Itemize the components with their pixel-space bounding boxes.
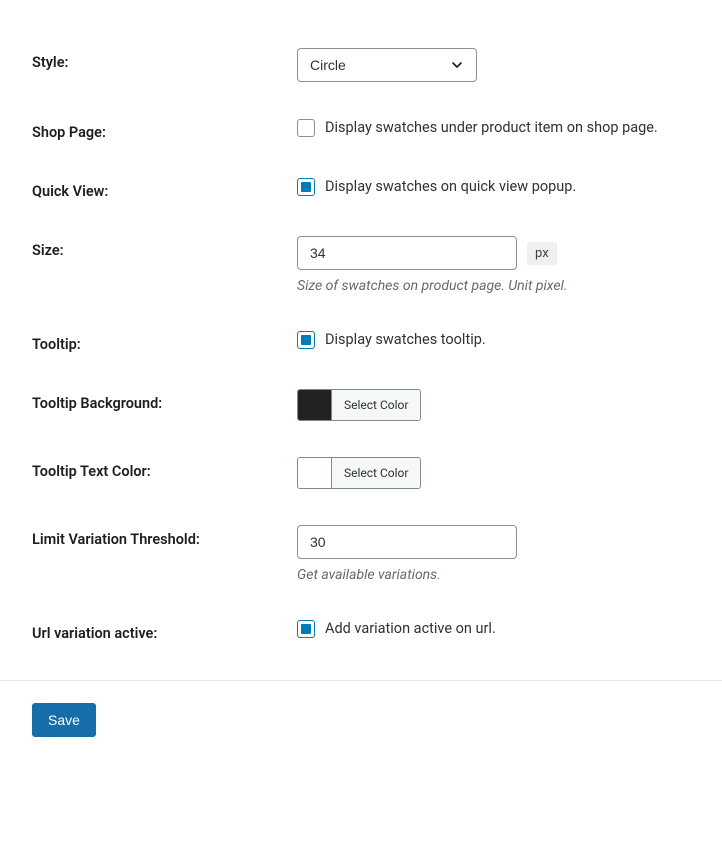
size-description: Size of swatches on product page. Unit p… — [297, 278, 722, 294]
tooltip-bg-label: Tooltip Background: — [32, 389, 297, 412]
limit-threshold-label: Limit Variation Threshold: — [32, 525, 297, 548]
tooltip-text-color-picker[interactable]: Select Color — [297, 457, 421, 489]
size-unit: px — [527, 242, 557, 265]
url-variation-checkbox[interactable] — [297, 620, 315, 638]
quick-view-checkbox[interactable] — [297, 178, 315, 196]
tooltip-bg-color-picker[interactable]: Select Color — [297, 389, 421, 421]
color-swatch-icon — [298, 458, 332, 488]
quick-view-checkbox-label: Display swatches on quick view popup. — [325, 178, 576, 195]
tooltip-checkbox[interactable] — [297, 331, 315, 349]
tooltip-text-select-color-button[interactable]: Select Color — [332, 458, 420, 488]
shop-page-label: Shop Page: — [32, 118, 297, 141]
tooltip-text-color-label: Tooltip Text Color: — [32, 457, 297, 480]
tooltip-bg-select-color-button[interactable]: Select Color — [332, 390, 420, 420]
url-variation-checkbox-label: Add variation active on url. — [325, 620, 496, 637]
tooltip-label: Tooltip: — [32, 330, 297, 353]
size-label: Size: — [32, 236, 297, 259]
style-label: Style: — [32, 48, 297, 71]
shop-page-checkbox-label: Display swatches under product item on s… — [325, 119, 658, 136]
quick-view-label: Quick View: — [32, 177, 297, 200]
limit-threshold-input[interactable] — [297, 525, 517, 559]
style-select[interactable]: Circle — [297, 48, 477, 82]
shop-page-checkbox[interactable] — [297, 119, 315, 137]
url-variation-label: Url variation active: — [32, 619, 297, 642]
limit-threshold-description: Get available variations. — [297, 567, 722, 583]
size-input[interactable] — [297, 236, 517, 270]
color-swatch-icon — [298, 390, 332, 420]
divider — [0, 680, 722, 681]
save-button[interactable]: Save — [32, 703, 96, 737]
tooltip-checkbox-label: Display swatches tooltip. — [325, 331, 486, 348]
